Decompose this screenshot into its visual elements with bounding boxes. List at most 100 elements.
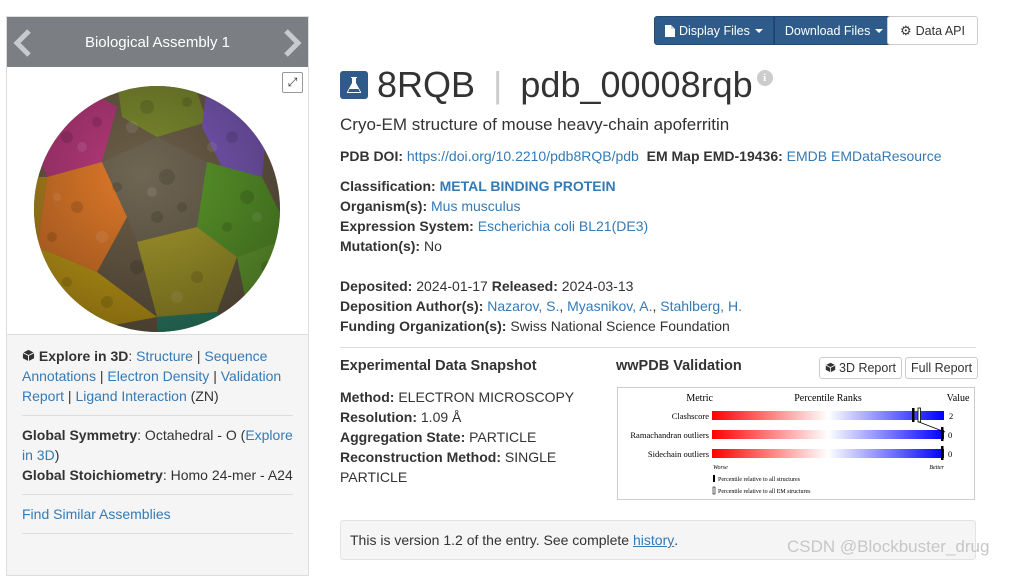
stoichiometry-label: Global Stoichiometry xyxy=(22,467,163,483)
author-link[interactable]: Myasnikov, A. xyxy=(567,298,652,314)
organism-link[interactable]: Mus musculus xyxy=(431,198,520,214)
classification-line: Classification: METAL BINDING PROTEIN xyxy=(340,176,616,196)
metric-ramachandran: Ramachandran outliers xyxy=(630,430,709,440)
expand-icon[interactable]: ⤢ xyxy=(282,72,303,93)
divider xyxy=(340,347,976,348)
mutation-label: Mutation(s): xyxy=(340,238,421,254)
display-files-button[interactable]: Display Files xyxy=(654,16,774,45)
metric-sidechain: Sidechain outliers xyxy=(648,449,709,459)
mutation-line: Mutation(s): No xyxy=(340,236,442,256)
dates-line: Deposited: 2024-01-17 Released: 2024-03-… xyxy=(340,276,633,296)
find-similar-assemblies-link[interactable]: Find Similar Assemblies xyxy=(22,506,171,522)
metric-clashscore: Clashscore xyxy=(672,411,710,421)
expression-link[interactable]: Escherichia coli BL21(DE3) xyxy=(478,218,648,234)
data-api-button[interactable]: ⚙ Data API xyxy=(887,16,978,45)
value-sidechain: 0 xyxy=(948,449,952,459)
history-end: . xyxy=(674,532,679,548)
value-clashscore: 2 xyxy=(949,411,953,421)
classification-link[interactable]: METAL BINDING PROTEIN xyxy=(440,178,616,194)
molecule-viewer[interactable]: ⤢ xyxy=(7,67,308,335)
entry-alt-id: pdb_00008rqb xyxy=(520,64,753,105)
value-ramachandran: 0 xyxy=(948,430,952,440)
entry-id: 8RQB xyxy=(377,64,476,105)
percentile-marker xyxy=(941,446,944,460)
full-report-label: Full Report xyxy=(911,361,973,375)
legend-em: Percentile relative to all EM structures xyxy=(718,489,811,495)
snapshot-title: Experimental Data Snapshot xyxy=(340,358,537,374)
divider xyxy=(22,415,293,416)
validation-title: wwPDB Validation xyxy=(616,358,742,374)
aggregation-value: PARTICLE xyxy=(469,429,537,445)
cube-icon xyxy=(22,348,39,364)
em-map-label: EM Map EMD-19436: xyxy=(646,148,783,164)
entry-title: 8RQB | pdb_00008rqb i xyxy=(340,64,773,106)
history-link[interactable]: history xyxy=(633,532,674,548)
better-label: Better xyxy=(929,465,944,471)
doi-link[interactable]: https://doi.org/10.2210/pdb8RQB/pdb xyxy=(407,148,639,164)
author-link[interactable]: Nazarov, S. xyxy=(487,298,559,314)
symmetry-value: : Octahedral - O xyxy=(137,427,237,443)
link-electron-density[interactable]: Electron Density xyxy=(107,368,209,384)
validation-slider-graphic[interactable]: Metric Percentile Ranks Value Clashscore… xyxy=(617,387,975,500)
explore-3d-section: Explore in 3D: Structure | Sequence Anno… xyxy=(22,348,282,404)
resolution-value: 1.09 Å xyxy=(420,409,462,425)
sidechain-bar xyxy=(712,449,944,458)
title-separator: | xyxy=(493,64,503,105)
ligand-code: (ZN) xyxy=(190,388,219,404)
symmetry-label: Global Symmetry xyxy=(22,427,138,443)
released-label: Released: xyxy=(491,278,558,294)
symmetry-section: Global Symmetry: Octahedral - O (Explore… xyxy=(22,427,293,483)
funding-value: Swiss National Science Foundation xyxy=(510,318,730,334)
data-api-label: Data API xyxy=(915,23,965,38)
assembly-title: Biological Assembly 1 xyxy=(84,33,231,51)
chevron-right-icon[interactable] xyxy=(280,28,304,58)
classification-label: Classification: xyxy=(340,178,436,194)
legend-all: Percentile relative to all structures xyxy=(718,477,801,483)
stoichiometry-value: : Homo 24-mer - A24 xyxy=(162,467,293,483)
mutation-value: No xyxy=(423,238,442,254)
full-report-button[interactable]: Full Report xyxy=(905,357,979,379)
flask-icon xyxy=(340,71,368,99)
header-value: Value xyxy=(947,393,970,404)
explore-3d-label: Explore in 3D xyxy=(38,348,129,364)
divider xyxy=(22,533,293,534)
clashscore-bar xyxy=(712,411,944,420)
link-ligand-interaction[interactable]: Ligand Interaction xyxy=(75,388,186,404)
doi-label: PDB DOI: xyxy=(340,148,403,164)
header-metric: Metric xyxy=(686,393,713,404)
organism-label: Organism(s): xyxy=(340,198,428,214)
file-button-group: Display Files Download Files xyxy=(654,16,895,45)
expression-line: Expression System: Escherichia coli BL21… xyxy=(340,216,648,236)
emdataresource-link[interactable]: EMDataResource xyxy=(831,148,942,164)
resolution-label: Resolution: xyxy=(340,409,417,425)
info-icon[interactable]: i xyxy=(756,70,773,86)
reconstruction-label: Reconstruction Method: xyxy=(340,449,501,465)
chevron-left-icon[interactable] xyxy=(11,28,35,58)
deposited-value: 2024-01-17 xyxy=(416,278,488,294)
legend-marker-em xyxy=(712,486,716,495)
emdb-link[interactable]: EMDB xyxy=(787,148,827,164)
authors-line: Deposition Author(s): Nazarov, S., Myasn… xyxy=(340,298,742,314)
assembly-carousel-header: Biological Assembly 1 xyxy=(7,17,308,67)
caret-down-icon xyxy=(875,28,884,33)
percentile-marker xyxy=(941,427,944,441)
gear-icon: ⚙ xyxy=(900,22,912,38)
author-link[interactable]: Stahlberg, H. xyxy=(660,298,742,314)
history-text: This is version 1.2 of the entry. See co… xyxy=(350,532,630,548)
3d-report-label: 3D Report xyxy=(839,361,896,375)
snapshot-body: Method: ELECTRON MICROSCOPY Resolution: … xyxy=(340,387,590,487)
percentile-marker xyxy=(912,408,915,422)
aggregation-label: Aggregation State: xyxy=(340,429,466,445)
header-percentile: Percentile Ranks xyxy=(794,393,862,404)
3d-report-button[interactable]: 3D Report xyxy=(819,357,902,379)
expression-label: Expression System: xyxy=(340,218,474,234)
caret-down-icon xyxy=(754,28,763,33)
doi-line: PDB DOI: https://doi.org/10.2210/pdb8RQB… xyxy=(340,146,942,166)
ramachandran-bar xyxy=(712,430,944,439)
deposited-label: Deposited: xyxy=(340,278,413,294)
watermark: CSDN @Blockbuster_drug xyxy=(787,537,990,556)
file-icon xyxy=(665,24,675,37)
display-files-label: Display Files xyxy=(679,23,750,38)
link-structure[interactable]: Structure xyxy=(136,348,193,364)
download-files-button[interactable]: Download Files xyxy=(773,16,895,45)
